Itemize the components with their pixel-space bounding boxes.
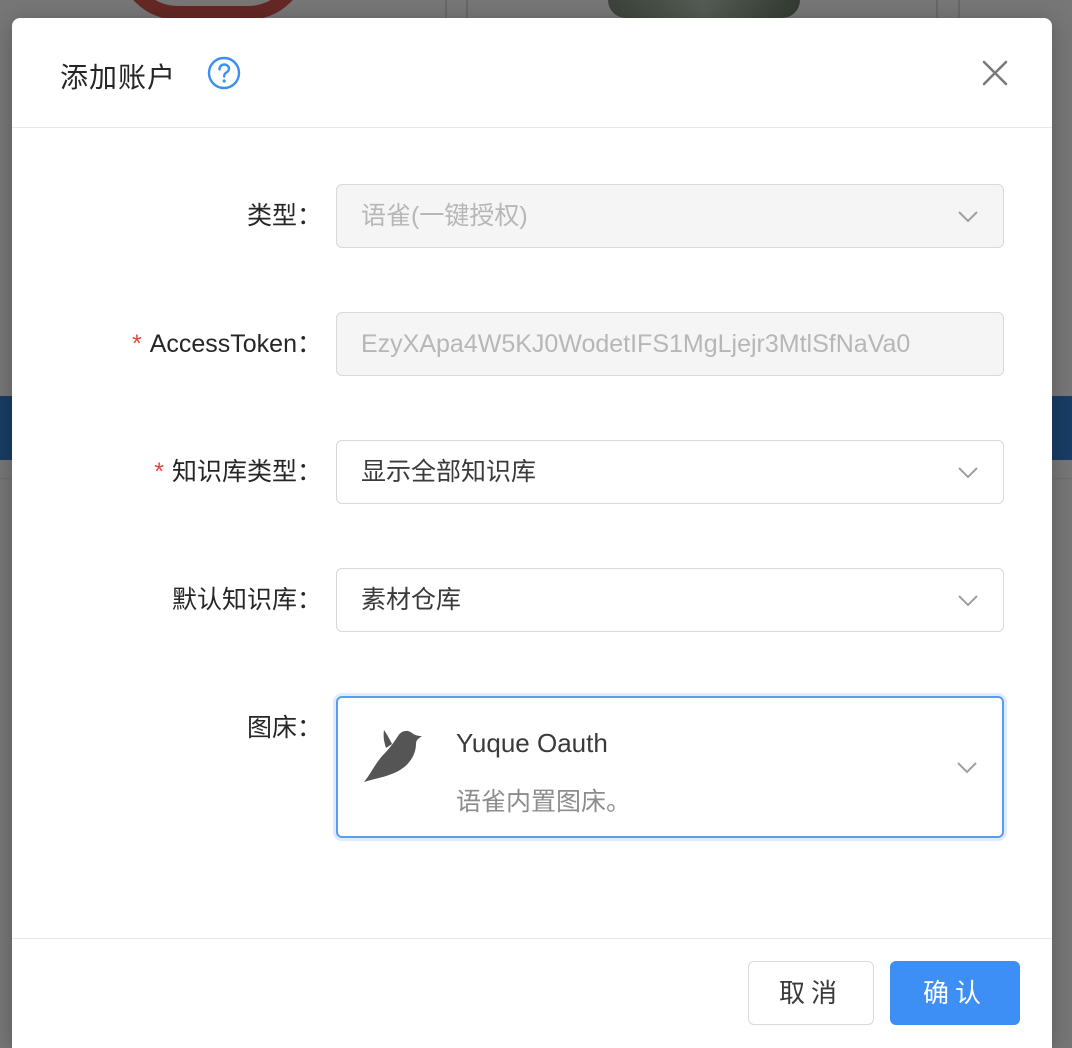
cancel-button[interactable]: 取消 <box>748 961 874 1025</box>
default-repo-label: 默认知识库： <box>171 586 322 614</box>
chevron-down-icon <box>958 595 978 607</box>
access-token-label: * AccessToken： <box>131 330 322 358</box>
repo-type-value: 显示全部知识库 <box>361 458 537 486</box>
default-repo-select[interactable]: 素材仓库 <box>336 568 1004 632</box>
repo-type-label: * 知识库类型： <box>154 458 322 486</box>
type-select-value: 语雀(一键授权) <box>361 202 528 230</box>
type-select[interactable]: 语雀(一键授权) <box>336 184 1004 248</box>
chevron-down-icon <box>958 211 978 223</box>
image-host-option-title: Yuque Oauth <box>456 728 608 758</box>
repo-type-select[interactable]: 显示全部知识库 <box>336 440 1004 504</box>
add-account-dialog: 添加账户 类型： 语雀(一键授权) * AccessToken： EzyXApa4… <box>12 18 1052 1048</box>
yuque-bird-icon <box>364 730 422 782</box>
dialog-header: 添加账户 <box>12 18 1052 128</box>
image-host-select[interactable]: Yuque Oauth 语雀内置图床。 <box>336 696 1004 838</box>
chevron-down-icon <box>957 762 977 774</box>
required-mark: * <box>154 458 164 486</box>
default-repo-value: 素材仓库 <box>361 586 462 614</box>
dialog-footer: 取消 确认 <box>12 938 1052 1048</box>
dialog-title: 添加账户 <box>60 62 177 93</box>
chevron-down-icon <box>958 467 978 479</box>
image-host-label: 图床： <box>246 714 322 742</box>
required-mark: * <box>131 330 142 358</box>
close-icon[interactable] <box>978 56 1012 90</box>
access-token-input[interactable]: EzyXApa4W5KJ0WodetIFS1MgLjejr3MtlSfNaVa0 <box>336 312 1004 376</box>
confirm-button[interactable]: 确认 <box>890 961 1020 1025</box>
question-circle-icon[interactable] <box>207 56 241 90</box>
type-label: 类型： <box>246 202 322 230</box>
access-token-value: EzyXApa4W5KJ0WodetIFS1MgLjejr3MtlSfNaVa0 <box>361 330 911 358</box>
image-host-option-desc: 语雀内置图床。 <box>456 788 632 816</box>
